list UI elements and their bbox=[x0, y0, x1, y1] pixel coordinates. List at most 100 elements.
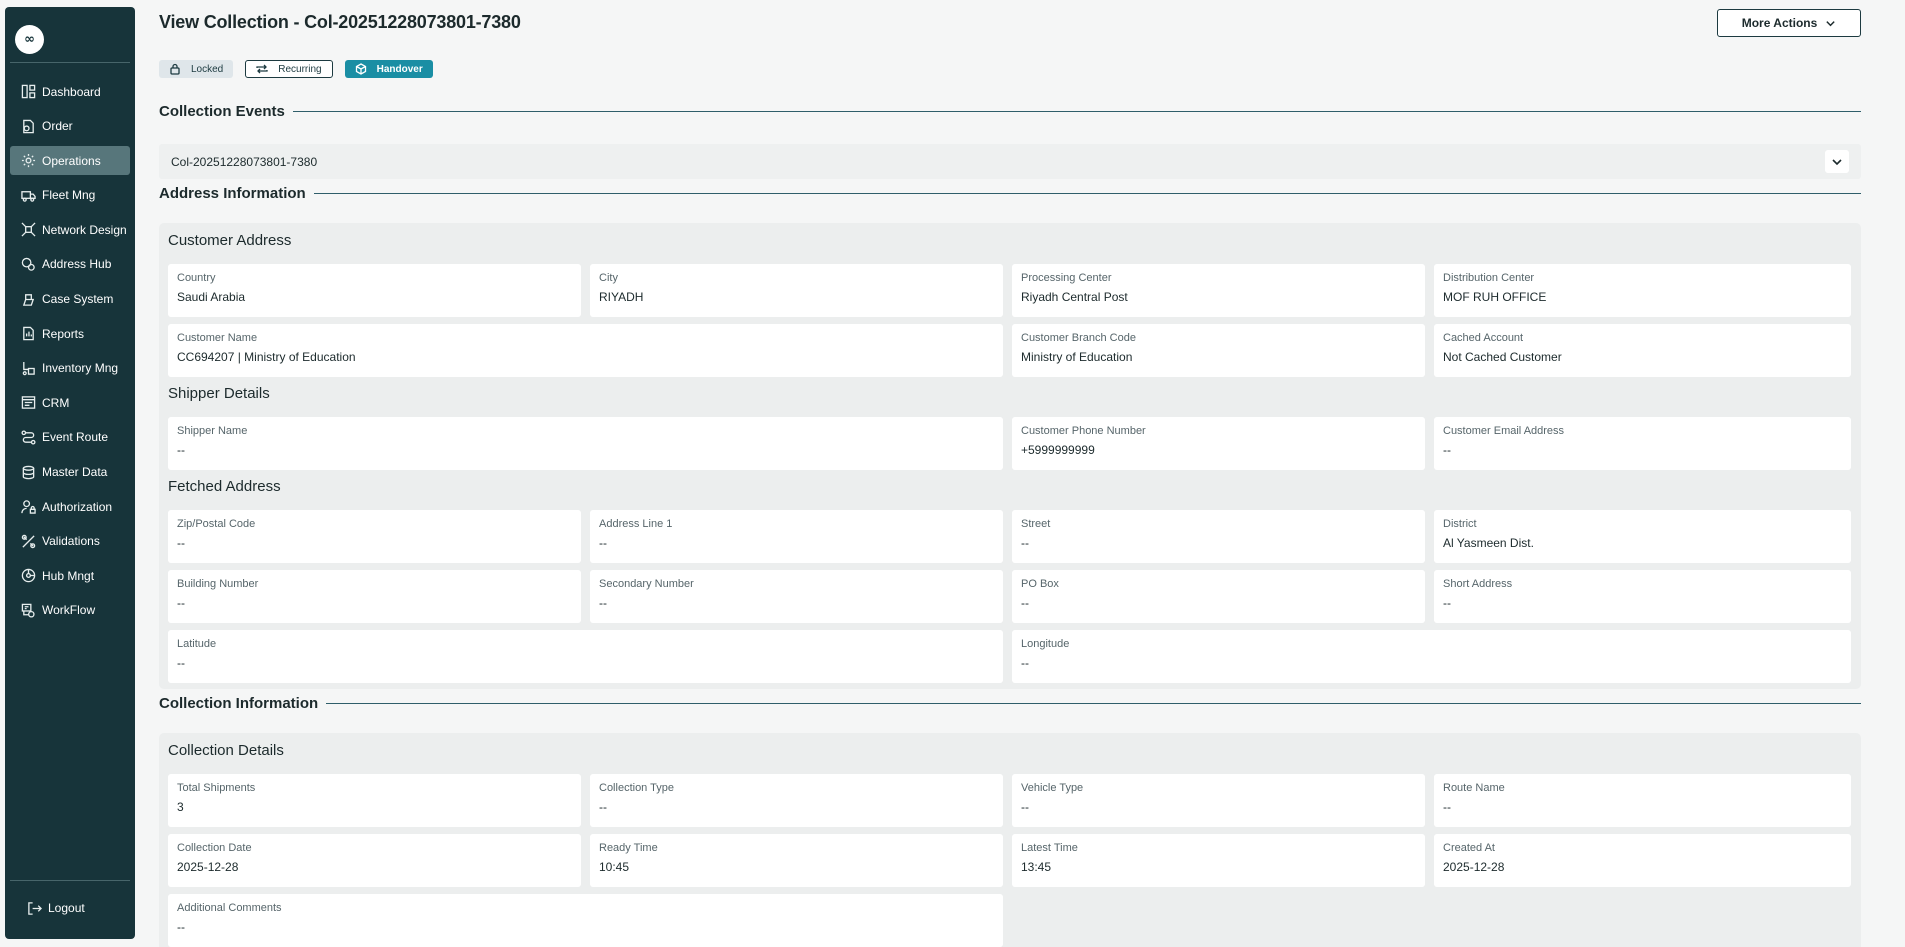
shipper-details-heading: Shipper Details bbox=[168, 385, 270, 402]
package-icon bbox=[355, 63, 366, 75]
collection-date-field: Collection Date 2025-12-28 bbox=[168, 834, 581, 887]
field-label: PO Box bbox=[1021, 578, 1059, 590]
sidebar-item-label: Network Design bbox=[42, 222, 127, 237]
page-title: View Collection - Col-20251228073801-738… bbox=[159, 12, 521, 32]
section-divider bbox=[326, 703, 1861, 704]
sidebar-item-label: Dashboard bbox=[42, 84, 101, 99]
field-label: Street bbox=[1021, 518, 1051, 530]
case-icon bbox=[20, 291, 36, 307]
sidebar-item-workflow[interactable]: WorkFlow bbox=[10, 596, 130, 625]
sidebar-item-label: Event Route bbox=[42, 430, 109, 445]
sidebar-item-crm[interactable]: CRM bbox=[10, 388, 130, 417]
sidebar-item-reports[interactable]: Reports bbox=[10, 319, 130, 348]
sidebar-item-address-hub[interactable]: Address Hub bbox=[10, 250, 130, 279]
section-title: Address Information bbox=[159, 185, 306, 202]
distribution-center-field: Distribution Center MOF RUH OFFICE bbox=[1434, 264, 1851, 317]
hub-icon bbox=[20, 568, 36, 584]
sidebar-item-validations[interactable]: Validations bbox=[10, 527, 130, 556]
sidebar-item-label: CRM bbox=[42, 395, 70, 410]
field-label: Country bbox=[177, 272, 216, 284]
sidebar-item-label: Order bbox=[42, 119, 73, 134]
field-value: -- bbox=[177, 596, 185, 610]
field-label: Address Line 1 bbox=[599, 518, 673, 530]
user-lock-icon bbox=[20, 499, 36, 515]
truck-icon bbox=[20, 187, 36, 203]
sidebar-item-network-design[interactable]: Network Design bbox=[10, 215, 130, 244]
field-value: 13:45 bbox=[1021, 860, 1052, 874]
sidebar-item-case-system[interactable]: Case System bbox=[10, 285, 130, 314]
more-actions-label: More Actions bbox=[1741, 16, 1818, 30]
field-label: Customer Name bbox=[177, 332, 258, 344]
ready-time-field: Ready Time 10:45 bbox=[590, 834, 1003, 887]
customer-email-field: Customer Email Address -- bbox=[1434, 417, 1851, 470]
route-name-field: Route Name -- bbox=[1434, 774, 1851, 827]
field-value: RIYADH bbox=[599, 290, 644, 304]
field-label: Zip/Postal Code bbox=[177, 518, 256, 530]
field-value: -- bbox=[177, 443, 185, 457]
field-label: Latitude bbox=[177, 638, 217, 650]
field-value: 2025-12-28 bbox=[1443, 860, 1505, 874]
field-value: -- bbox=[177, 656, 185, 670]
collection-event-row[interactable]: Col-20251228073801-7380 bbox=[159, 144, 1861, 179]
field-label: District bbox=[1443, 518, 1477, 530]
section-title: Collection Events bbox=[159, 103, 285, 120]
field-label: Short Address bbox=[1443, 578, 1513, 590]
sidebar-item-event-route[interactable]: Event Route bbox=[10, 423, 130, 452]
lock-icon bbox=[170, 63, 180, 75]
district-field: District Al Yasmeen Dist. bbox=[1434, 510, 1851, 563]
total-shipments-field: Total Shipments 3 bbox=[168, 774, 581, 827]
short-address-field: Short Address -- bbox=[1434, 570, 1851, 623]
sidebar-item-inventory[interactable]: Inventory Mng bbox=[10, 354, 130, 383]
sidebar-divider bbox=[10, 62, 130, 63]
customer-name-field: Customer Name CC694207 | Ministry of Edu… bbox=[168, 324, 1003, 377]
building-number-field: Building Number -- bbox=[168, 570, 581, 623]
field-value: -- bbox=[1021, 536, 1029, 550]
recurring-badge-label: Recurring bbox=[278, 63, 322, 75]
field-label: Vehicle Type bbox=[1021, 782, 1084, 794]
report-icon bbox=[20, 326, 36, 342]
sidebar-item-hub-mngt[interactable]: Hub Mngt bbox=[10, 561, 130, 590]
field-value: 2025-12-28 bbox=[177, 860, 239, 874]
field-label: Processing Center bbox=[1021, 272, 1112, 284]
section-divider bbox=[292, 111, 1861, 112]
field-label: Ready Time bbox=[599, 842, 658, 854]
workflow-icon bbox=[20, 602, 36, 618]
sidebar-item-operations[interactable]: Operations bbox=[10, 146, 130, 176]
locked-badge-label: Locked bbox=[191, 63, 224, 75]
sidebar-item-label: Fleet Mng bbox=[42, 188, 96, 203]
handover-badge: Handover bbox=[344, 60, 433, 78]
sidebar-item-order[interactable]: Order bbox=[10, 112, 130, 141]
chevron-down-icon bbox=[1826, 20, 1835, 26]
section-title: Collection Information bbox=[159, 695, 319, 712]
latest-time-field: Latest Time 13:45 bbox=[1012, 834, 1425, 887]
additional-comments-field: Additional Comments -- bbox=[168, 894, 1003, 947]
more-actions-button[interactable]: More Actions bbox=[1717, 9, 1861, 37]
app-logo[interactable]: ∞ bbox=[15, 25, 44, 54]
sidebar-item-authorization[interactable]: Authorization bbox=[10, 492, 130, 521]
inventory-icon bbox=[20, 360, 36, 376]
created-at-field: Created At 2025-12-28 bbox=[1434, 834, 1851, 887]
locked-badge: Locked bbox=[159, 60, 234, 78]
sidebar: ∞ Dashboard Order Operations Fleet Mng N… bbox=[5, 7, 135, 939]
longitude-field: Longitude -- bbox=[1012, 630, 1851, 683]
vehicle-type-field: Vehicle Type -- bbox=[1012, 774, 1425, 827]
expand-event-button[interactable] bbox=[1825, 150, 1849, 173]
logout-label: Logout bbox=[48, 901, 85, 915]
sidebar-item-label: Case System bbox=[42, 292, 114, 307]
field-label: Additional Comments bbox=[177, 902, 282, 914]
sidebar-nav: Dashboard Order Operations Fleet Mng Net… bbox=[10, 77, 130, 631]
map-pin-icon bbox=[20, 256, 36, 272]
sidebar-item-label: Authorization bbox=[42, 499, 113, 514]
processing-center-field: Processing Center Riyadh Central Post bbox=[1012, 264, 1425, 317]
field-value: Not Cached Customer bbox=[1443, 350, 1562, 364]
sidebar-item-dashboard[interactable]: Dashboard bbox=[10, 77, 130, 106]
logout-button[interactable]: Logout bbox=[10, 894, 130, 922]
sidebar-item-master-data[interactable]: Master Data bbox=[10, 458, 130, 487]
field-label: Customer Phone Number bbox=[1021, 425, 1146, 437]
sidebar-item-fleet[interactable]: Fleet Mng bbox=[10, 181, 130, 210]
customer-phone-field: Customer Phone Number +5999999999 bbox=[1012, 417, 1425, 470]
collection-event-id: Col-20251228073801-7380 bbox=[171, 154, 318, 169]
chevron-down-icon bbox=[1832, 158, 1842, 165]
sidebar-item-label: WorkFlow bbox=[42, 603, 96, 618]
secondary-number-field: Secondary Number -- bbox=[590, 570, 1003, 623]
